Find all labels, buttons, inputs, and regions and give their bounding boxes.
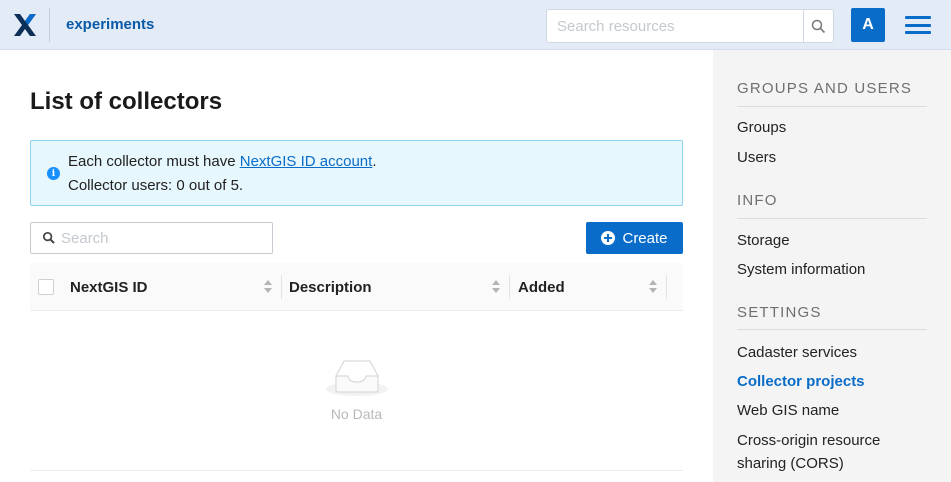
info-icon: i <box>47 167 60 180</box>
empty-inbox-icon <box>326 360 388 396</box>
info-alert: i Each collector must have NextGIS ID ac… <box>30 140 683 206</box>
nextgis-logo-icon[interactable] <box>12 12 38 38</box>
nextgis-id-account-link[interactable]: NextGIS ID account <box>240 153 373 170</box>
sidebar-item-users[interactable]: Users <box>737 146 927 169</box>
search-icon <box>42 231 55 244</box>
section-title-groups-and-users: GROUPS AND USERS <box>737 80 913 97</box>
column-header-description[interactable]: Description <box>289 263 372 311</box>
create-button[interactable]: Create <box>586 222 683 254</box>
sidebar-item-cors[interactable]: Cross-origin resource sharing (CORS) <box>737 429 927 475</box>
alert-line-1: Each collector must have NextGIS ID acco… <box>68 153 376 170</box>
section-title-settings: SETTINGS <box>737 304 822 321</box>
resource-search-input[interactable] <box>547 10 803 42</box>
user-avatar-button[interactable]: A <box>851 8 885 42</box>
sidebar-item-web-gis-name[interactable]: Web GIS name <box>737 399 927 422</box>
table-search-field[interactable] <box>30 222 273 254</box>
logo-divider <box>49 8 50 42</box>
no-data-text: No Data <box>330 406 383 422</box>
plus-circle-icon <box>601 231 616 245</box>
settings-sidebar: GROUPS AND USERS Groups Users INFO Stora… <box>713 50 951 482</box>
search-icon <box>811 19 826 33</box>
column-divider <box>281 275 282 299</box>
section-title-info: INFO <box>737 192 778 209</box>
empty-state: No Data <box>30 312 683 471</box>
sort-nextgis-id-icon[interactable] <box>264 280 272 294</box>
sidebar-item-groups[interactable]: Groups <box>737 116 927 139</box>
column-header-nextgis-id[interactable]: NextGIS ID <box>70 263 148 311</box>
hamburger-menu-icon[interactable] <box>905 13 931 37</box>
sidebar-item-collector-projects[interactable]: Collector projects <box>737 370 927 393</box>
section-divider <box>737 218 927 219</box>
sidebar-item-storage[interactable]: Storage <box>737 229 927 252</box>
resource-search-field[interactable] <box>546 9 804 43</box>
sort-added-icon[interactable] <box>649 280 657 294</box>
create-button-label: Create <box>622 229 668 247</box>
sidebar-item-system-information[interactable]: System information <box>737 258 927 281</box>
collector-users-count: Collector users: 0 out of 5. <box>68 177 244 194</box>
select-all-checkbox[interactable] <box>38 279 54 295</box>
page-title: List of collectors <box>30 88 223 115</box>
column-divider <box>666 275 667 299</box>
section-divider <box>737 329 927 330</box>
alert-text-suffix: . <box>372 153 377 170</box>
sort-description-icon[interactable] <box>492 280 500 294</box>
table-search-input[interactable] <box>61 223 266 253</box>
column-header-added[interactable]: Added <box>518 263 565 311</box>
alert-text-prefix: Each collector must have <box>68 153 240 170</box>
top-header: experiments A <box>0 0 951 50</box>
section-divider <box>737 106 927 107</box>
search-button[interactable] <box>803 9 834 43</box>
table-header: NextGIS ID Description Added <box>30 263 683 311</box>
app-name-link[interactable]: experiments <box>66 16 154 33</box>
collectors-table: NextGIS ID Description Added No Data <box>30 263 683 471</box>
column-divider <box>509 275 510 299</box>
sidebar-item-cadaster-services[interactable]: Cadaster services <box>737 341 927 364</box>
